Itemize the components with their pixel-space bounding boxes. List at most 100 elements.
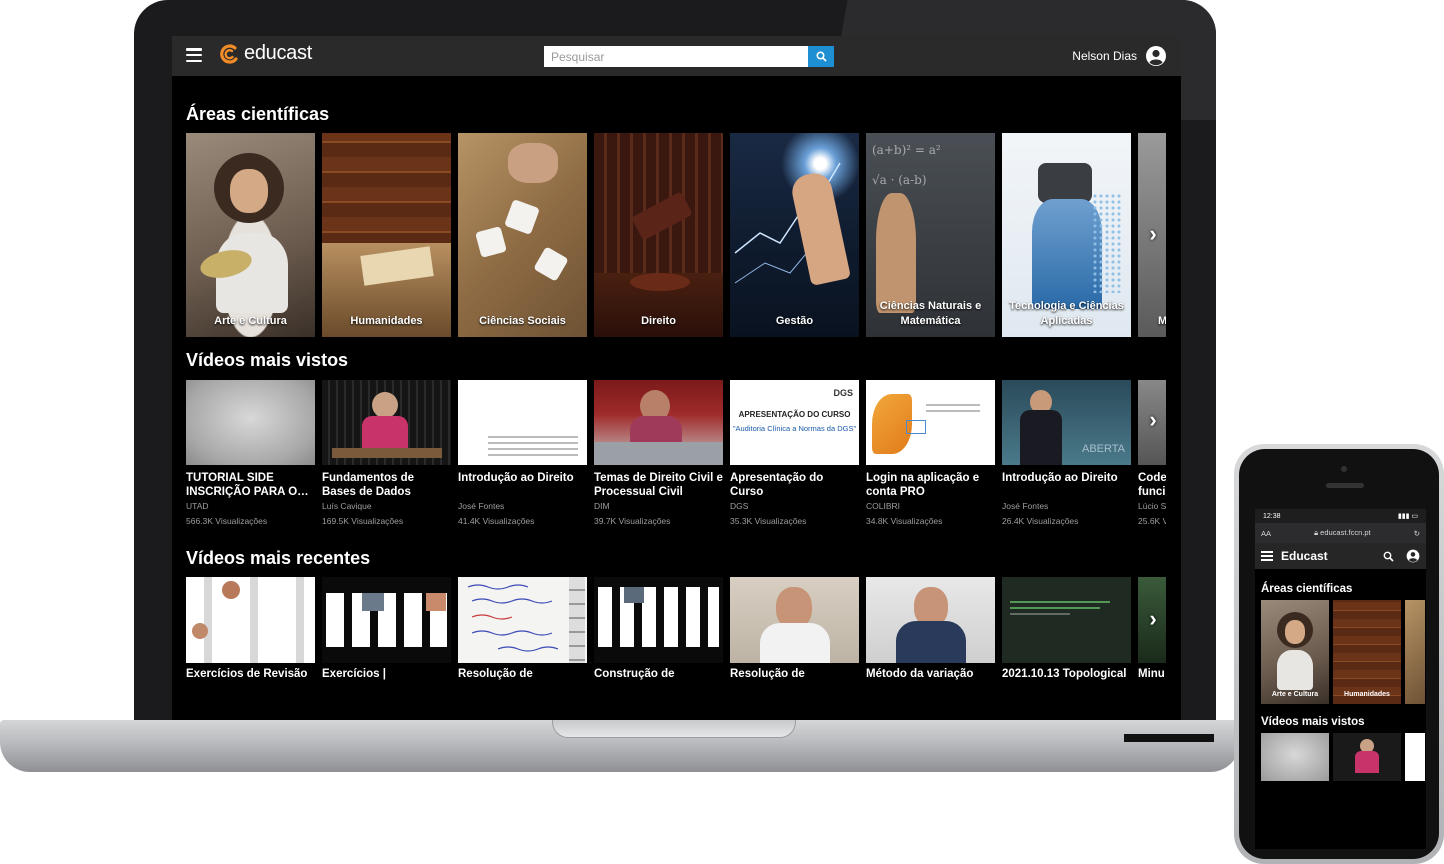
recent-video-card[interactable]: Construção de xyxy=(594,577,723,680)
url-display: 🔒︎ educast.fccn.pt xyxy=(1314,528,1371,538)
video-card[interactable]: Fundamentos de Bases de Dados Luís Caviq… xyxy=(322,380,451,529)
video-title[interactable]: Login na aplicação e conta PRO xyxy=(866,471,995,499)
video-thumbnail[interactable] xyxy=(458,380,587,465)
most-viewed-next-icon[interactable]: › xyxy=(1143,406,1163,434)
phone-area-card[interactable]: Arte e Cultura xyxy=(1261,600,1329,704)
phone-screen: 12:38 ▮▮▮ ▭ AA 🔒︎ educast.fccn.pt ↻ Educ… xyxy=(1255,509,1426,849)
search-input[interactable] xyxy=(544,46,808,67)
laptop-screen: educast Nelson Dias xyxy=(172,36,1181,720)
video-views: 566.3K Visualizações xyxy=(186,516,268,526)
area-card-tecnologia[interactable]: Tecnologia e Ciências Aplicadas xyxy=(1002,133,1131,337)
video-title[interactable]: Temas de Direito Civil e Processual Civi… xyxy=(594,471,723,499)
video-title[interactable]: 2021.10.13 Topological xyxy=(1002,668,1131,680)
lock-icon: 🔒︎ xyxy=(1314,528,1319,537)
recent-video-card[interactable]: 2021.10.13 Topological xyxy=(1002,577,1131,680)
aberta-watermark: ABERTA xyxy=(1082,443,1125,455)
phone-app-title: Educast xyxy=(1281,549,1328,563)
search-icon[interactable] xyxy=(1383,551,1394,562)
areas-row: Arte e Cultura Humanidades Ciências Soci… xyxy=(186,133,1166,337)
video-title[interactable]: Introdução ao Direito xyxy=(458,471,587,499)
phone-video-thumbnail[interactable] xyxy=(1333,733,1401,781)
recent-video-card[interactable]: Exercícios de Revisão xyxy=(186,577,315,680)
area-label: Ciências Sociais xyxy=(479,315,566,327)
video-thumbnail[interactable] xyxy=(1002,577,1131,663)
video-views: 25.6K V xyxy=(1138,516,1166,526)
video-title[interactable]: Construção de xyxy=(594,668,723,680)
video-title[interactable]: Resolução de xyxy=(458,668,587,680)
area-card-direito[interactable]: Direito xyxy=(594,133,723,337)
app-name: educast xyxy=(244,42,312,64)
video-card[interactable]: Temas de Direito Civil e Processual Civi… xyxy=(594,380,723,529)
video-thumbnail[interactable] xyxy=(322,577,451,663)
video-thumbnail[interactable] xyxy=(594,380,723,465)
video-card[interactable]: DGS APRESENTAÇÃO DO CURSO "Auditoria Clí… xyxy=(730,380,859,529)
video-author: UTAD xyxy=(186,501,209,511)
video-thumbnail[interactable] xyxy=(186,577,315,663)
video-title[interactable]: Resolução de xyxy=(730,668,859,680)
url-text: educast.fccn.pt xyxy=(1320,528,1371,537)
video-title[interactable]: Exercícios | xyxy=(322,668,451,680)
video-thumbnail[interactable] xyxy=(730,577,859,663)
search-button[interactable] xyxy=(808,46,834,67)
hamburger-icon[interactable] xyxy=(1261,551,1273,561)
video-title[interactable]: Introdução ao Direito xyxy=(1002,471,1131,499)
video-thumbnail[interactable]: DGS APRESENTAÇÃO DO CURSO "Auditoria Clí… xyxy=(730,380,859,465)
most-viewed-row: TUTORIAL SIDE INSCRIÇÃO PARA O… UTAD 566… xyxy=(186,380,1166,529)
recent-video-card[interactable]: Método da variação xyxy=(866,577,995,680)
text-size-button[interactable]: AA xyxy=(1261,529,1271,538)
phone-video-thumbnail[interactable] xyxy=(1261,733,1329,781)
video-title[interactable]: Minu xyxy=(1138,668,1166,680)
recent-video-card[interactable]: Resolução de xyxy=(458,577,587,680)
phone-section-title-most-viewed: Vídeos mais vistos xyxy=(1261,716,1365,728)
area-label: Direito xyxy=(641,315,676,327)
area-card-humanidades[interactable]: Humanidades xyxy=(322,133,451,337)
video-thumbnail[interactable] xyxy=(866,577,995,663)
phone-body: 12:38 ▮▮▮ ▭ AA 🔒︎ educast.fccn.pt ↻ Educ… xyxy=(1239,449,1439,859)
section-title-recent: Vídeos mais recentes xyxy=(186,548,371,568)
video-author: Luís Cavique xyxy=(322,501,372,511)
video-title[interactable]: Fundamentos de Bases de Dados xyxy=(322,471,451,499)
area-card-ciencias-naturais[interactable]: (a+b)² = a² √a · (a-b) Ciências Naturais… xyxy=(866,133,995,337)
video-thumbnail[interactable] xyxy=(866,380,995,465)
video-thumbnail[interactable] xyxy=(322,380,451,465)
video-author: José Fontes xyxy=(458,501,505,511)
video-title[interactable]: Apresentação do Curso xyxy=(730,471,859,499)
recent-video-card[interactable]: Exercícios | xyxy=(322,577,451,680)
area-card-ciencias-sociais[interactable]: Ciências Sociais xyxy=(458,133,587,337)
recent-next-icon[interactable]: › xyxy=(1143,605,1163,633)
user-menu[interactable]: Nelson Dias xyxy=(1072,45,1167,67)
video-card[interactable]: Login na aplicação e conta PRO COLIBRI 3… xyxy=(866,380,995,529)
phone-address-bar[interactable]: AA 🔒︎ educast.fccn.pt ↻ xyxy=(1255,523,1426,543)
dgs-subtitle-text: "Auditoria Clínica a Normas da DGS" xyxy=(732,424,857,433)
video-card[interactable]: Introdução ao Direito José Fontes 41.4K … xyxy=(458,380,587,529)
dgs-heading-text: APRESENTAÇÃO DO CURSO xyxy=(738,410,851,419)
phone-video-thumbnail-partial[interactable] xyxy=(1405,733,1425,781)
areas-next-icon[interactable]: › xyxy=(1143,220,1163,248)
area-label: Humanidades xyxy=(1344,691,1390,698)
video-title[interactable]: Método da variação xyxy=(866,668,995,680)
video-thumbnail[interactable]: ABERTA xyxy=(1002,380,1131,465)
recent-video-card[interactable]: Resolução de xyxy=(730,577,859,680)
phone-section-title-areas: Áreas científicas xyxy=(1261,583,1353,595)
reload-icon[interactable]: ↻ xyxy=(1414,529,1420,538)
area-card-arte[interactable]: Arte e Cultura xyxy=(186,133,315,337)
video-thumbnail[interactable] xyxy=(458,577,587,663)
video-card[interactable]: TUTORIAL SIDE INSCRIÇÃO PARA O… UTAD 566… xyxy=(186,380,315,529)
video-title[interactable]: Exercícios de Revisão xyxy=(186,668,315,680)
video-title[interactable]: TUTORIAL SIDE INSCRIÇÃO PARA O… xyxy=(186,471,315,499)
video-title[interactable]: Code funci xyxy=(1138,471,1166,499)
logo[interactable]: educast xyxy=(218,42,312,65)
phone-time: 12:38 xyxy=(1263,512,1281,520)
phone-area-card[interactable]: Humanidades xyxy=(1333,600,1401,704)
area-card-gestao[interactable]: Gestão xyxy=(730,133,859,337)
hamburger-icon[interactable] xyxy=(186,48,202,62)
recent-row: Exercícios de Revisão Exercícios | Resol… xyxy=(186,577,1166,680)
video-card[interactable]: ABERTA Introdução ao Direito José Fontes… xyxy=(1002,380,1131,529)
video-views: 35.3K Visualizações xyxy=(730,516,807,526)
video-thumbnail[interactable] xyxy=(594,577,723,663)
section-title-areas: Áreas científicas xyxy=(186,104,330,124)
user-avatar-icon[interactable] xyxy=(1406,549,1420,563)
video-thumbnail[interactable] xyxy=(186,380,315,465)
phone-area-card-partial[interactable] xyxy=(1405,600,1425,704)
video-card-partial[interactable]: Code funci Lúcio S 25.6K V xyxy=(1138,380,1166,529)
